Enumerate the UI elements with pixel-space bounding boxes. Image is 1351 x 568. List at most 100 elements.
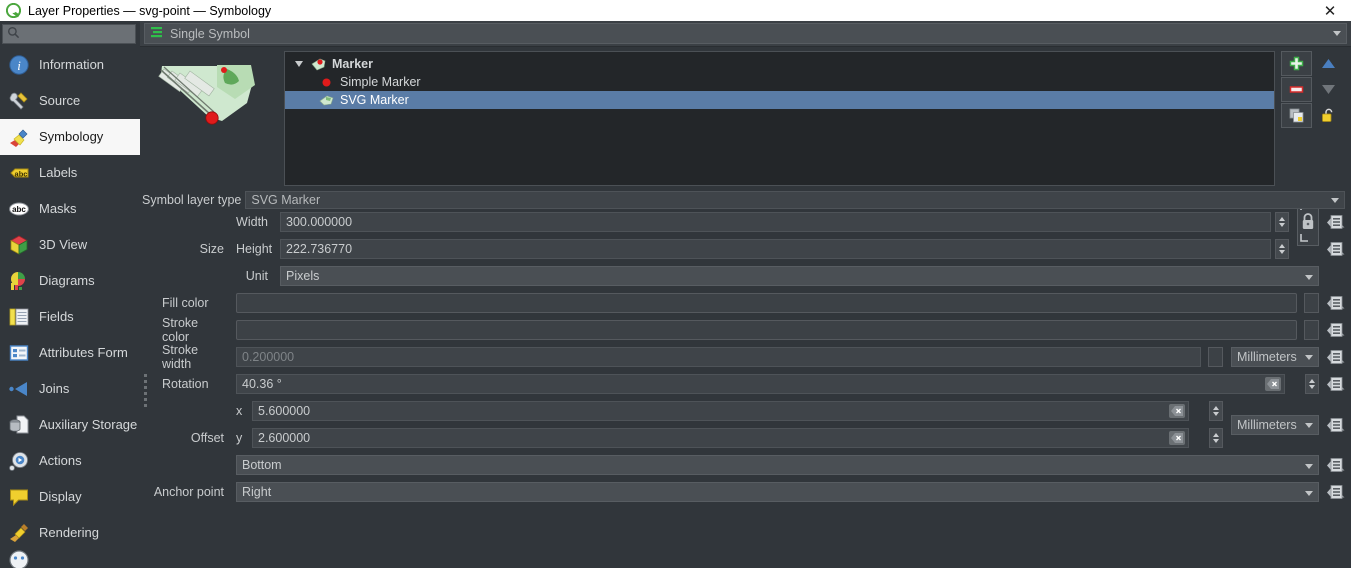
symbol-preview-graphic (147, 51, 277, 183)
sidebar-item-label: Diagrams (39, 273, 95, 289)
offset-y-stepper[interactable] (1209, 428, 1223, 448)
offset-x-stepper[interactable] (1209, 401, 1223, 421)
symbol-layer-toolbar (1281, 51, 1347, 187)
rotation-clear-button[interactable] (1265, 377, 1281, 391)
offset-y-clear-button[interactable] (1169, 431, 1185, 445)
sidebar-item-labels[interactable]: abc Labels (0, 155, 140, 191)
offset-y-input[interactable]: 2.600000 (252, 428, 1189, 448)
chevron-down-icon (1333, 31, 1341, 36)
offset-label: Offset (190, 431, 224, 445)
red-minus-icon (1289, 86, 1304, 93)
duplicate-symbol-layer-button[interactable] (1281, 103, 1312, 128)
chevron-down-icon (1331, 197, 1339, 203)
tree-row[interactable]: Marker (285, 55, 1274, 73)
sidebar-item-partial[interactable] (0, 550, 140, 568)
size-unit-value: Pixels (286, 269, 320, 283)
sidebar-item-attributes-form[interactable]: Attributes Form (0, 335, 140, 371)
search-input[interactable] (2, 23, 136, 44)
data-defined-override-icon (1326, 457, 1344, 472)
width-label: Width (236, 215, 268, 229)
sidebar-item-display[interactable]: Display (0, 479, 140, 515)
width-input[interactable]: 300.000000 (280, 212, 1271, 232)
height-row: Size Height 222.736770 (150, 239, 1347, 259)
offset-x-input[interactable]: 5.600000 (252, 401, 1189, 421)
offset-data-defined-override-button[interactable] (1323, 414, 1347, 436)
chevron-down-icon (1305, 422, 1313, 428)
close-icon[interactable]: ✕ (1315, 0, 1345, 21)
sidebar-item-rendering[interactable]: Rendering (0, 515, 140, 551)
stroke-width-extra-button[interactable] (1208, 347, 1223, 367)
fill-color-button[interactable] (236, 293, 1297, 313)
stroke-width-value: 0.200000 (242, 350, 295, 364)
data-defined-override-icon (1326, 241, 1344, 256)
symbol-layer-type-combo[interactable]: SVG Marker (245, 191, 1345, 209)
anchor-point-horizontal-combo[interactable]: Bottom (236, 455, 1319, 475)
data-defined-override-icon (1326, 376, 1344, 391)
rendering-brush-icon (8, 522, 30, 544)
offset-unit-combo[interactable]: Millimeters (1231, 415, 1319, 435)
sidebar-item-information[interactable]: i Information (0, 47, 140, 83)
sidebar-nav-list: i Information Source Symbology abc Label… (0, 47, 140, 568)
move-symbol-layer-down-button[interactable] (1313, 77, 1344, 102)
symbol-layer-form: Width 300.000000 Size Height 222.736770 … (150, 198, 1351, 568)
sidebar-item-actions[interactable]: Actions (0, 443, 140, 479)
sidebar-item-symbology[interactable]: Symbology (0, 118, 140, 155)
width-stepper[interactable] (1275, 212, 1289, 232)
stroke-width-data-defined-override-button[interactable] (1323, 346, 1347, 368)
chevron-down-icon (1305, 275, 1313, 280)
stroke-width-unit-combo[interactable]: Millimeters (1231, 347, 1319, 367)
tree-row[interactable]: SVG Marker (285, 91, 1274, 109)
anchor-point-horizontal-data-defined-override-button[interactable] (1323, 454, 1347, 476)
clear-x-icon (1267, 379, 1279, 389)
anchor-point-vertical-value: Right (242, 485, 272, 499)
sidebar-item-label: Auxiliary Storage (39, 417, 138, 433)
lock-layer-colors-button[interactable] (1313, 103, 1344, 128)
remove-symbol-layer-button[interactable] (1281, 77, 1312, 102)
stroke-color-button[interactable] (236, 320, 1297, 340)
symbol-layer-tree[interactable]: Marker Simple Marker SVG Marker (284, 51, 1275, 186)
stroke-color-label: Stroke color (162, 316, 199, 344)
sidebar-item-diagrams[interactable]: Diagrams (0, 263, 140, 299)
rotation-row: Rotation 40.36 ° (150, 374, 1347, 394)
expand-collapse-triangle-icon[interactable] (293, 61, 305, 67)
tree-row[interactable]: Simple Marker (285, 73, 1274, 91)
height-stepper[interactable] (1275, 239, 1289, 259)
source-icon (8, 90, 30, 112)
stroke-color-menu-button[interactable] (1304, 320, 1319, 340)
svg-text:i: i (17, 58, 21, 73)
sidebar-item-masks[interactable]: abc Masks (0, 191, 140, 227)
sidebar-item-3d-view[interactable]: 3D View (0, 227, 140, 263)
rotation-input[interactable]: 40.36 ° (236, 374, 1285, 394)
offset-x-clear-button[interactable] (1169, 404, 1185, 418)
anchor-point-vertical-data-defined-override-button[interactable] (1323, 481, 1347, 503)
stroke-width-input[interactable]: 0.200000 (236, 347, 1201, 367)
height-input[interactable]: 222.736770 (280, 239, 1271, 259)
add-symbol-layer-button[interactable] (1281, 51, 1312, 76)
properties-sidebar: i Information Source Symbology abc Label… (0, 21, 140, 568)
anchor-point-vertical-combo[interactable]: Right (236, 482, 1319, 502)
sidebar-item-auxiliary-storage[interactable]: Auxiliary Storage (0, 407, 140, 443)
size-label: Size (199, 242, 224, 256)
data-defined-override-icon (1326, 295, 1344, 310)
fill-color-menu-button[interactable] (1304, 293, 1319, 313)
size-unit-combo[interactable]: Pixels (280, 266, 1319, 286)
fill-color-data-defined-override-button[interactable] (1323, 292, 1347, 314)
rotation-data-defined-override-button[interactable] (1323, 373, 1347, 395)
sidebar-item-source[interactable]: Source (0, 83, 140, 119)
symbol-layer-type-row: Symbol layer type SVG Marker (140, 189, 1351, 212)
fill-color-label: Fill color (162, 296, 209, 310)
data-defined-override-icon (1326, 214, 1344, 229)
chevron-down-icon (1305, 464, 1313, 469)
renderer-type-combo[interactable]: Single Symbol (144, 23, 1347, 44)
sidebar-item-joins[interactable]: Joins (0, 371, 140, 407)
stroke-width-label: Stroke width (162, 343, 199, 371)
sidebar-item-label: Joins (39, 381, 70, 397)
stroke-color-data-defined-override-button[interactable] (1323, 319, 1347, 341)
move-symbol-layer-up-button[interactable] (1313, 51, 1344, 76)
sidebar-item-fields[interactable]: Fields (0, 299, 140, 335)
panel-splitter-handle[interactable] (140, 212, 150, 568)
tree-row-label: Marker (332, 57, 373, 71)
rotation-stepper[interactable] (1305, 374, 1319, 394)
width-data-defined-override-button[interactable] (1323, 211, 1347, 233)
height-data-defined-override-button[interactable] (1323, 238, 1347, 260)
